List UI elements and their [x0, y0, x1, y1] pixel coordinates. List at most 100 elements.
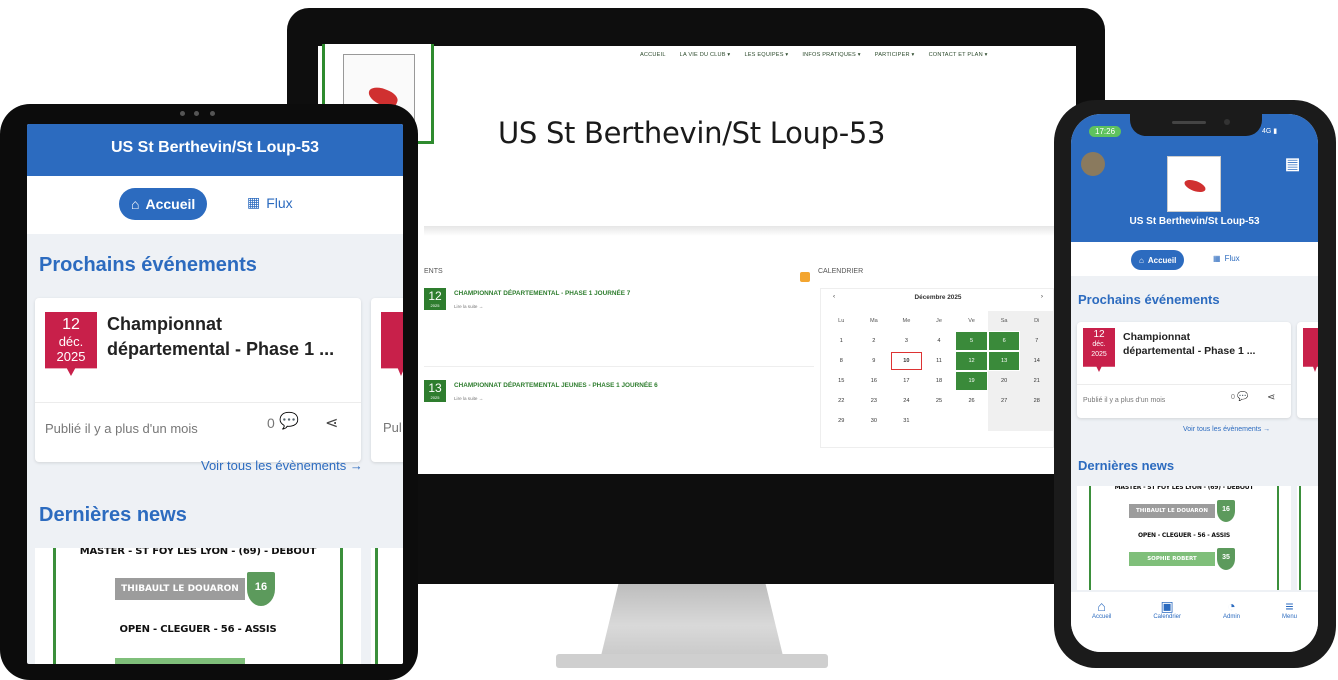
calendar-day[interactable]: 18 [923, 371, 956, 391]
nav-item-infos-pratiques[interactable]: INFOS PRATIQUES ▾ [802, 52, 860, 58]
calendar-day[interactable]: 2 [858, 331, 891, 351]
bird-icon [1182, 177, 1208, 195]
news-card-partial[interactable] [1297, 486, 1318, 590]
event-card[interactable]: 12 déc. 2025 Championnat départemental -… [35, 298, 361, 462]
calendar-day[interactable]: 8 [825, 351, 858, 371]
rss-icon[interactable] [800, 272, 810, 282]
calendar-weekday: Me [902, 318, 911, 324]
event-year: 2025 [430, 303, 440, 308]
event-title-line1: Championnat [1123, 331, 1191, 343]
nav-label: Accueil [1091, 614, 1112, 620]
news-text-line: MASTER - ST FOY LES LYON - (69) - DEBOUT [79, 548, 317, 557]
feed-icon: ▦ [1213, 254, 1221, 263]
tab-feed[interactable]: ▦ Flux [247, 194, 293, 211]
calendar-day[interactable]: 6 [988, 332, 1020, 350]
calendar-day[interactable]: 3 [890, 331, 923, 351]
calendar-day[interactable]: 20 [987, 371, 1021, 391]
news-card[interactable]: MASTER - ST FOY LES LYON - (69) - DEBOUT… [1077, 486, 1291, 590]
calendar-weekday: Je [936, 318, 942, 324]
app-title: US St Berthevin/St Loup-53 [110, 139, 320, 156]
calendar-day[interactable]: 12 [956, 352, 987, 370]
calendar-day[interactable]: 13 [988, 352, 1020, 370]
event-day: 12 [1093, 329, 1105, 340]
calendar-day[interactable]: 14 [1020, 351, 1053, 371]
calendar-day [923, 411, 956, 431]
calendar-day[interactable]: 5 [956, 332, 987, 350]
calendar-next-button[interactable]: › [1041, 293, 1043, 300]
calendar-day[interactable]: 25 [923, 391, 956, 411]
event-date-badge: 12 2025 [424, 288, 446, 310]
nav-item-vie-du-club[interactable]: LA VIE DU CLUB ▾ [680, 52, 731, 58]
comment-count: 0 [267, 415, 275, 431]
front-camera [1224, 119, 1230, 125]
nav-calendrier[interactable]: ▣ Calendrier [1153, 598, 1181, 652]
tab-home[interactable]: ⌂ Accueil [1131, 250, 1185, 270]
card-footer: Publié il y a plus d'un mois 0 💬 ⋖ [1077, 384, 1291, 418]
calendar-day[interactable]: 21 [1020, 371, 1053, 391]
share-icon[interactable]: ⋖ [325, 413, 338, 433]
calendar-weekday: Lu [838, 318, 845, 324]
comment-icon[interactable]: 💬 [1237, 391, 1248, 402]
nav-admin[interactable]: ◔ Admin [1223, 598, 1240, 652]
comment-icon[interactable]: 💬 [279, 411, 299, 431]
read-more-link[interactable]: Lire la suite → [454, 304, 483, 309]
calendar-day[interactable]: 28 [1020, 391, 1053, 411]
nav-accueil[interactable]: ⌂ Accueil [1092, 598, 1111, 652]
event-year: 2025 [430, 395, 440, 400]
news-text-line: OPEN - CLEGUER - 56 - ASSIS [119, 624, 277, 635]
calendar-day[interactable]: 24 [890, 391, 923, 411]
event-title-line2: départemental - Phase 1 ... [107, 339, 335, 359]
nav-item-participer[interactable]: PARTICIPER ▾ [875, 52, 915, 58]
news-card[interactable]: MASTER - ST FOY LES LYON - (69) - DEBOUT… [35, 548, 361, 664]
calendar-day[interactable]: 9 [858, 351, 891, 371]
calendar-day[interactable]: 1 [825, 331, 858, 351]
read-more-link[interactable]: Lire la suite → [454, 396, 483, 401]
event-card-partial[interactable]: Pul [371, 298, 403, 462]
tab-feed[interactable]: ▦ Flux [1213, 254, 1240, 263]
tab-bar [27, 176, 403, 234]
calendar-day[interactable]: 23 [858, 391, 891, 411]
calendar-weekday: Ve [968, 318, 975, 324]
calendar-day[interactable]: 4 [923, 331, 956, 351]
home-icon: ⌂ [1097, 598, 1106, 614]
calendar-day[interactable]: 31 [890, 411, 923, 431]
calendar-day[interactable]: 30 [858, 411, 891, 431]
share-icon[interactable]: ⋖ [1267, 392, 1275, 403]
nav-item-contact[interactable]: CONTACT ET PLAN ▾ [929, 52, 988, 58]
calendar-day [1020, 411, 1053, 431]
calendar-widget: ‹ Décembre 2025 › Lu Ma Me Je Ve Sa Di 1 2 3 4 5 6 7 8… [820, 288, 1054, 448]
event-link[interactable]: CHAMPIONNAT DÉPARTEMENTAL JEUNES - PHASE… [454, 382, 658, 389]
calendar-day[interactable]: 27 [987, 391, 1021, 411]
calendar-day[interactable]: 17 [890, 371, 923, 391]
calendar-month: Décembre 2025 [914, 294, 962, 301]
event-title: Championnat départemental - Phase 1 ... [1123, 330, 1255, 358]
event-link[interactable]: CHAMPIONNAT DÉPARTEMENTAL - PHASE 1 JOUR… [454, 290, 630, 297]
calendar-day[interactable]: 15 [825, 371, 858, 391]
event-date-badge: 12 déc. 2025 [45, 312, 97, 376]
score-shield: 16 [247, 572, 275, 606]
nav-item-accueil[interactable]: ACCUEIL [640, 52, 666, 58]
see-all-events-link[interactable]: Voir tous les évènements → [1183, 426, 1270, 433]
calendar-day[interactable]: 11 [923, 351, 956, 371]
calendar-day[interactable]: 29 [825, 411, 858, 431]
nav-menu[interactable]: ≡ Menu [1282, 598, 1297, 652]
news-card-partial[interactable] [371, 548, 403, 664]
club-logo [1167, 156, 1221, 212]
published-text: Pul [383, 420, 402, 435]
avatar[interactable] [1081, 152, 1105, 176]
news-banner: THIBAULT LE DOUARON [1129, 504, 1215, 518]
home-icon: ⌂ [131, 196, 140, 212]
calendar-day[interactable]: 10 [891, 352, 922, 370]
calendar-day[interactable]: 26 [955, 391, 988, 411]
nav-item-equipes[interactable]: LES EQUIPES ▾ [744, 52, 788, 58]
see-all-events-link[interactable]: Voir tous les évènements → [201, 458, 363, 473]
calendar-day[interactable]: 7 [1020, 331, 1053, 351]
calendar-day[interactable]: 19 [956, 372, 987, 390]
chat-icon[interactable]: ▤ [1285, 154, 1300, 174]
calendar-day[interactable]: 16 [858, 371, 891, 391]
event-card-partial[interactable] [1297, 322, 1318, 418]
header-divider [424, 226, 1076, 236]
calendar-day[interactable]: 22 [825, 391, 858, 411]
tab-home[interactable]: ⌂ Accueil [119, 188, 208, 220]
event-card[interactable]: 12 déc. 2025 Championnat départemental -… [1077, 322, 1291, 418]
